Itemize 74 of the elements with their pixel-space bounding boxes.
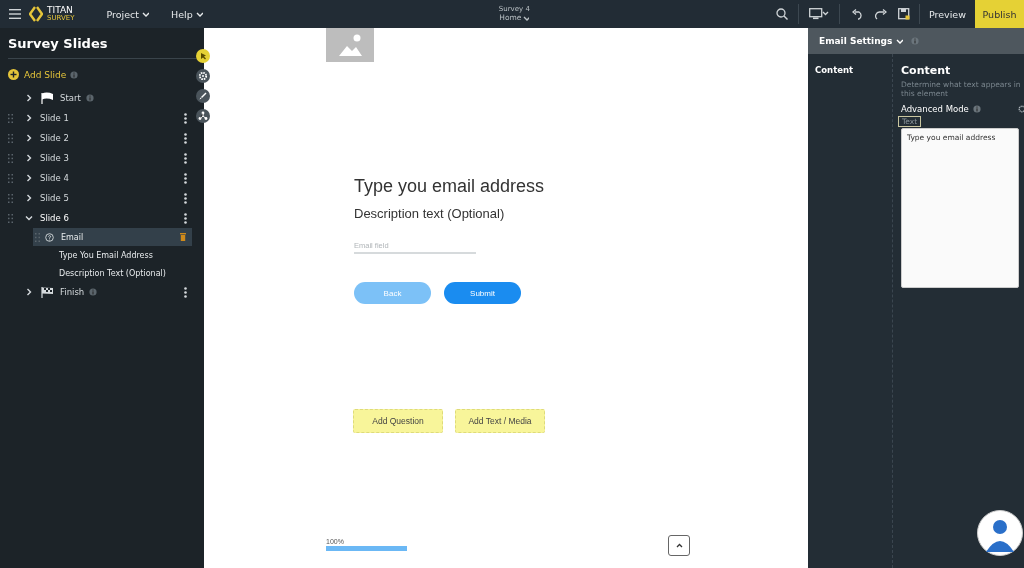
settings-dropdown[interactable]: Email Settings xyxy=(819,36,904,46)
menu-button[interactable]: Project xyxy=(106,8,150,20)
section-heading: Content xyxy=(901,64,952,77)
slide-item[interactable]: Slide 2 xyxy=(40,133,69,143)
slide-element-item[interactable]: Type You Email Address xyxy=(33,246,192,264)
menu-icon[interactable] xyxy=(9,9,21,19)
slide-item[interactable]: Start xyxy=(60,93,81,103)
save-icon[interactable] xyxy=(898,8,910,20)
advanced-mode-label: Advanced Mode xyxy=(901,104,969,114)
caret-icon xyxy=(895,37,904,45)
question-description: Description text (Optional) xyxy=(354,206,506,221)
expand-icon[interactable] xyxy=(24,287,34,297)
info-icon xyxy=(89,288,98,296)
settings-tab[interactable]: Content xyxy=(808,65,854,75)
slide-item[interactable]: Slide 6 xyxy=(40,213,69,223)
plus-icon xyxy=(8,69,19,80)
more-icon[interactable] xyxy=(184,286,187,298)
add-text-media-button[interactable]: Add Text / Media xyxy=(455,409,545,433)
scroll-up-button[interactable] xyxy=(668,535,690,556)
expand-icon[interactable] xyxy=(24,153,34,163)
drag-handle-icon[interactable] xyxy=(35,232,40,242)
assistant-avatar[interactable] xyxy=(977,510,1023,556)
info-icon xyxy=(70,70,79,79)
expand-icon[interactable] xyxy=(24,113,34,123)
undo-icon[interactable] xyxy=(852,8,864,20)
collapse-icon[interactable] xyxy=(24,213,34,223)
caret-icon xyxy=(522,14,530,22)
info-icon xyxy=(972,105,981,113)
slide-item[interactable]: Finish xyxy=(60,287,85,297)
checkered-flag-icon xyxy=(40,286,54,298)
panel-title: Survey Slides xyxy=(8,36,109,51)
caret-icon xyxy=(675,543,683,548)
preview-button[interactable]: Preview xyxy=(920,0,975,28)
logo-title: TITAN xyxy=(47,6,74,15)
menu-button[interactable]: Help xyxy=(171,8,203,20)
drag-handle-icon[interactable] xyxy=(8,133,13,143)
pointer-icon[interactable] xyxy=(196,49,210,63)
slide-element-item[interactable]: Description Text (Optional) xyxy=(33,264,192,282)
add-question-button[interactable]: Add Question xyxy=(353,409,443,433)
expand-icon[interactable] xyxy=(24,133,34,143)
question-title: Type you email address xyxy=(354,176,546,197)
search-icon[interactable] xyxy=(776,8,788,20)
more-icon[interactable] xyxy=(184,172,187,184)
more-icon[interactable] xyxy=(184,132,187,144)
info-icon xyxy=(911,37,920,45)
slide-item[interactable]: Slide 4 xyxy=(40,173,69,183)
caret-icon xyxy=(194,10,203,18)
more-icon[interactable] xyxy=(184,192,187,204)
drag-handle-icon[interactable] xyxy=(8,193,13,203)
slide-item[interactable]: Slide 1 xyxy=(40,113,69,123)
redo-icon[interactable] xyxy=(875,8,887,20)
expand-icon[interactable] xyxy=(24,173,34,183)
trash-icon[interactable] xyxy=(180,233,186,241)
drag-handle-icon[interactable] xyxy=(8,113,13,123)
drag-handle-icon[interactable] xyxy=(8,153,13,163)
add-slide-button[interactable]: Add Slide xyxy=(8,69,67,80)
expand-icon[interactable] xyxy=(24,193,34,203)
brush-icon[interactable] xyxy=(196,89,210,103)
drag-handle-icon[interactable] xyxy=(8,173,13,183)
monitor-icon[interactable] xyxy=(809,8,829,20)
slide-item[interactable]: Slide 3 xyxy=(40,153,69,163)
more-icon[interactable] xyxy=(184,112,187,124)
logo-icon xyxy=(29,6,43,22)
publish-button[interactable]: Publish xyxy=(975,0,1024,28)
expand-icon[interactable] xyxy=(24,93,34,103)
drag-handle-icon[interactable] xyxy=(8,213,13,223)
more-icon[interactable] xyxy=(184,152,187,164)
slide-element-item[interactable]: Email xyxy=(33,228,192,246)
info-icon xyxy=(85,94,94,102)
flag-icon xyxy=(40,92,54,104)
question-icon xyxy=(45,232,54,242)
more-icon[interactable] xyxy=(184,212,187,224)
slide-item[interactable]: Slide 5 xyxy=(40,193,69,203)
caret-icon xyxy=(141,10,150,18)
